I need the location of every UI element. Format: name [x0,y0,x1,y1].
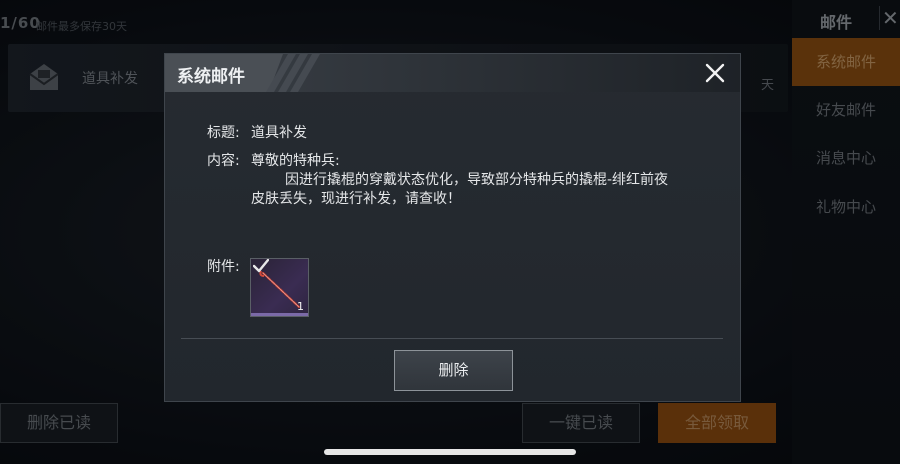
system-mail-dialog: 系统邮件 标题: 道具补发 内容: 尊敬的特种兵: 因进行撬棍的穿戴状态优化，导… [164,53,741,402]
attachment-rarity-bar [251,313,308,316]
claimed-check-icon [253,259,269,273]
attachment-count: 1 [297,300,304,313]
attachment-label: 附件: [207,259,240,275]
content-label: 内容: [207,153,240,169]
dialog-divider [181,338,723,339]
dialog-header: 系统邮件 [165,54,740,92]
delete-button[interactable]: 删除 [394,350,513,391]
subject-value: 道具补发 [251,125,307,141]
subject-label: 标题: [207,125,240,141]
content-body-line: 皮肤丢失，现进行补发，请查收！ [251,191,461,207]
content-body-line: 因进行撬棍的穿戴状态优化，导致部分特种兵的撬棍-绯红前夜 [285,172,669,188]
attachment-slot[interactable]: 1 [250,258,309,317]
home-indicator[interactable] [324,449,576,455]
content-greeting: 尊敬的特种兵: [251,153,340,169]
dialog-title: 系统邮件 [177,67,245,87]
close-icon[interactable] [700,58,730,88]
